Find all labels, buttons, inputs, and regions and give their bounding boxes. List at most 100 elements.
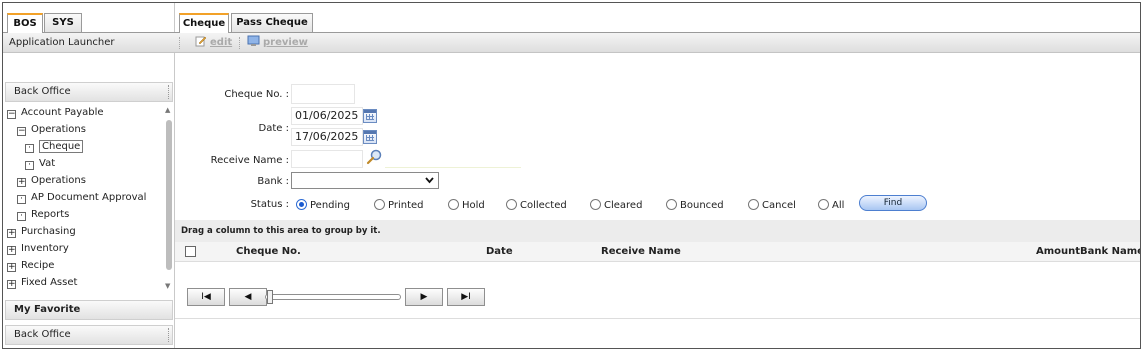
tree-node-reports[interactable]: · Reports [17,206,69,223]
expand-icon[interactable]: + [7,246,16,255]
tree-node-label: AP Document Approval [31,192,147,203]
tab-bos[interactable]: BOS [7,13,43,34]
expand-icon[interactable]: + [7,280,16,289]
expand-icon[interactable]: + [7,229,16,238]
status-bounced-radio[interactable]: Bounced [666,199,724,212]
status-cleared-radio[interactable]: Cleared [590,199,642,212]
date-to-input[interactable]: 17/06/2025 [291,128,363,146]
toolbar: edit preview [175,33,1140,53]
navigation-tree: − Account Payable − Operations · Cheque · Va… [5,104,161,294]
tree-node-label: Reports [31,209,70,220]
collapse-icon[interactable]: − [17,127,26,136]
grid-header: Cheque No. Date Receive Name Amount Bank… [175,242,1140,262]
tree-node-ap-document-approval[interactable]: · AP Document Approval [17,189,146,206]
accordion-back-office-bottom[interactable]: Back Office [5,325,173,345]
accordion-back-office-top[interactable]: Back Office [5,82,173,102]
accordion-title: My Favorite [14,304,81,315]
select-all-checkbox[interactable] [185,246,196,257]
prev-page-button[interactable]: ◀ [229,288,267,306]
leaf-icon: · [17,195,26,204]
tab-pass-cheque[interactable]: Pass Cheque [231,13,313,32]
tree-node-recipe[interactable]: + Recipe [7,257,54,274]
expand-icon[interactable]: + [17,178,26,187]
left-tab-strip: BOS SYS [3,11,175,34]
radio-label: Cancel [762,200,796,211]
page-slider-thumb[interactable] [267,290,273,304]
column-receive-name[interactable]: Receive Name [601,242,681,262]
status-collected-radio[interactable]: Collected [506,199,567,212]
tree-node-cheque[interactable]: · Cheque [25,138,84,155]
scroll-up-icon[interactable]: ▲ [165,106,170,114]
leaf-icon: · [25,144,34,153]
tree-node-inventory[interactable]: + Inventory [7,240,69,257]
status-cancel-radio[interactable]: Cancel [748,199,796,212]
date-label: Date : [258,123,289,134]
radio-label: Cleared [604,200,643,211]
tree-node-label: Purchasing [21,226,76,237]
radio-label: Printed [388,200,424,211]
tree-scrollbar[interactable]: ▲ ▼ [164,106,174,292]
chevron-down-icon [425,177,434,184]
tab-sys[interactable]: SYS [44,13,82,32]
bank-select[interactable] [291,172,439,189]
expand-icon[interactable]: + [7,263,16,272]
preview-button[interactable]: preview [247,33,308,53]
tree-node-label: Account Payable [21,107,104,118]
status-all-radio[interactable]: All [818,199,844,212]
radio-icon [748,199,759,210]
radio-icon [590,199,601,210]
search-icon[interactable] [366,149,382,165]
edit-button[interactable]: edit [195,33,232,53]
tree-node-label: Recipe [21,260,55,271]
column-amount[interactable]: Amount [1036,242,1080,262]
tree-node-vat[interactable]: · Vat [25,155,55,172]
status-printed-radio[interactable]: Printed [374,199,424,212]
left-panel: BOS SYS Application Launcher Back Office… [3,3,175,348]
tree-node-operations-2[interactable]: + Operations [17,172,86,189]
tab-cheque[interactable]: Cheque [179,13,229,34]
scrollbar-thumb[interactable] [166,120,172,270]
page-slider-track[interactable] [265,294,401,300]
status-pending-radio[interactable]: Pending [296,199,350,212]
application-launcher[interactable]: Application Launcher [3,33,175,53]
toolbar-separator [179,37,182,49]
pager: I◀ ◀ ▶ ▶I [185,288,485,308]
radio-icon [666,199,677,210]
calendar-icon[interactable] [363,130,377,144]
main-panel: Cheque Pass Cheque edit preview Cheque N… [175,3,1140,348]
edit-label: edit [210,37,233,48]
tree-node-label: Vat [39,158,56,169]
edit-icon [195,36,207,47]
collapse-icon[interactable]: − [7,110,16,119]
bank-label: Bank : [257,176,289,187]
tree-node-operations[interactable]: − Operations [17,121,86,138]
radio-label: Collected [520,200,567,211]
tree-node-account-payable[interactable]: − Account Payable [7,104,104,121]
radio-label: Hold [462,200,485,211]
receive-name-label: Receive Name : [210,155,289,166]
status-label: Status : [250,199,289,210]
column-bank-name[interactable]: Bank Name [1080,242,1140,262]
receive-name-input[interactable] [291,150,363,168]
accordion-my-favorite[interactable]: My Favorite [5,300,173,320]
cheque-no-label: Cheque No. : [224,89,289,100]
divider [385,167,521,168]
tree-node-fixed-asset[interactable]: + Fixed Asset [7,274,77,291]
tree-node-purchasing[interactable]: + Purchasing [7,223,76,240]
next-page-button[interactable]: ▶ [405,288,443,306]
status-hold-radio[interactable]: Hold [448,199,485,212]
date-from-input[interactable]: 01/06/2025 [291,107,363,125]
preview-icon [247,35,260,46]
radio-label: All [832,200,845,211]
first-page-button[interactable]: I◀ [187,288,225,306]
scroll-down-icon[interactable]: ▼ [165,282,170,290]
column-cheque-no[interactable]: Cheque No. [236,242,301,262]
cheque-no-input[interactable] [291,84,355,104]
group-by-area[interactable]: Drag a column to this area to group by i… [175,220,1140,242]
last-page-button[interactable]: ▶I [447,288,485,306]
calendar-icon[interactable] [363,109,377,123]
find-button[interactable]: Find [859,195,927,211]
tree-node-label: Inventory [21,243,69,254]
radio-icon [818,199,829,210]
column-date[interactable]: Date [486,242,513,262]
